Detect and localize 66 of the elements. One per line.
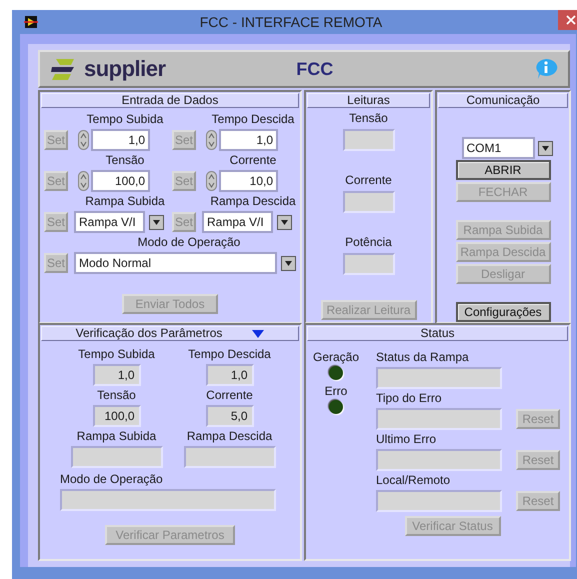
caret-icon (542, 146, 548, 150)
field-label: Tipo do Erro (376, 391, 443, 405)
dropdown-button[interactable] (281, 256, 296, 270)
spinner-icon[interactable] (78, 171, 89, 191)
reading-label: Corrente (345, 173, 392, 187)
field-label: Rampa Descida (186, 429, 272, 443)
button[interactable]: ABRIR (456, 160, 550, 180)
field-label: Rampa Descida (209, 194, 297, 208)
spinner-icon[interactable] (78, 130, 89, 150)
field-label: Modo de Operação (136, 235, 242, 249)
field-label: Tempo Descida (210, 112, 296, 126)
field-label: Ultimo Erro (376, 432, 438, 446)
field-label: Local/Remoto (376, 473, 452, 487)
field-label: Tempo Descida (188, 347, 271, 361)
dropdown-button[interactable] (149, 214, 164, 230)
triangle-down-icon[interactable] (252, 330, 264, 338)
panel-title: Leituras (347, 94, 390, 107)
reading-label: Potência (345, 235, 392, 249)
reading-display (342, 253, 394, 275)
spinner-icon[interactable] (206, 130, 217, 150)
reading-display (342, 191, 394, 213)
field-label: Rampa Subida (76, 429, 156, 443)
logo-icon (50, 56, 76, 82)
panel-title: Verificação dos Parâmetros (76, 327, 222, 340)
number-input[interactable]: 10,0 (219, 170, 278, 192)
panel-title: Comunicação (466, 94, 540, 107)
header-title: FCC (295, 58, 334, 80)
spinner-icon[interactable] (206, 171, 217, 191)
field-label: Tensão (104, 153, 146, 167)
info-icon[interactable] (534, 58, 558, 80)
field-label: Tensão (97, 388, 136, 402)
select-field[interactable]: Modo Normal (74, 252, 277, 274)
close-icon (566, 15, 576, 25)
window-title: FCC - INTERFACE REMOTA (198, 14, 384, 30)
field-label: Tempo Subida (78, 347, 155, 361)
number-input[interactable]: 100,0 (91, 170, 150, 192)
panel-title: Entrada de Dados (122, 94, 218, 107)
panel-title: Status (420, 327, 455, 340)
number-input[interactable]: 1,0 (91, 129, 150, 151)
caret-icon (285, 260, 292, 266)
select-field[interactable]: Rampa V/I (74, 211, 145, 233)
dropdown-button[interactable] (277, 214, 292, 230)
value-display: 5,0 (206, 405, 254, 427)
button[interactable]: Configurações (456, 302, 550, 322)
field-label: Tempo Subida (86, 112, 164, 126)
value-display: 1,0 (92, 364, 140, 386)
caret-icon (153, 220, 160, 224)
logo-text: supplier (84, 56, 166, 82)
field-label: Status da Rampa (376, 350, 470, 364)
close-button[interactable] (558, 10, 577, 30)
select-field[interactable]: COM1 (462, 137, 534, 159)
reading-display (342, 129, 394, 151)
field-label: Modo de Operação (60, 472, 163, 486)
indicator-label: Erro (324, 384, 348, 398)
field-label: Rampa Subida (84, 194, 166, 208)
app-icon (24, 16, 38, 28)
caret-icon (281, 220, 288, 224)
number-input[interactable]: 1,0 (219, 129, 278, 151)
dropdown-button[interactable] (538, 140, 552, 156)
value-display: 100,0 (92, 405, 140, 427)
reading-label: Tensão (349, 111, 388, 125)
field-label: Corrente (228, 153, 278, 167)
value-display: 1,0 (206, 364, 254, 386)
field-label: Corrente (206, 388, 253, 402)
select-field[interactable]: Rampa V/I (202, 211, 273, 233)
indicator-label: Geração (312, 350, 360, 364)
